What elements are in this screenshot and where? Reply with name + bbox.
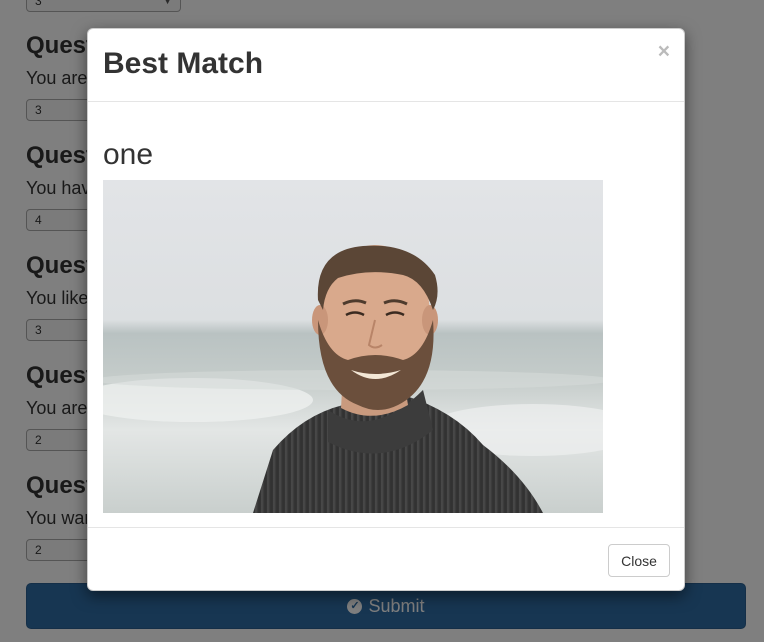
match-name: one <box>103 138 154 171</box>
match-photo <box>103 180 603 513</box>
close-icon[interactable]: × <box>658 41 670 62</box>
modal-footer: Close <box>88 527 684 592</box>
best-match-modal: Best Match × one Close <box>87 28 685 591</box>
close-button[interactable]: Close <box>608 544 670 577</box>
modal-header: Best Match × <box>88 29 684 102</box>
modal-title: Best Match <box>103 47 264 80</box>
